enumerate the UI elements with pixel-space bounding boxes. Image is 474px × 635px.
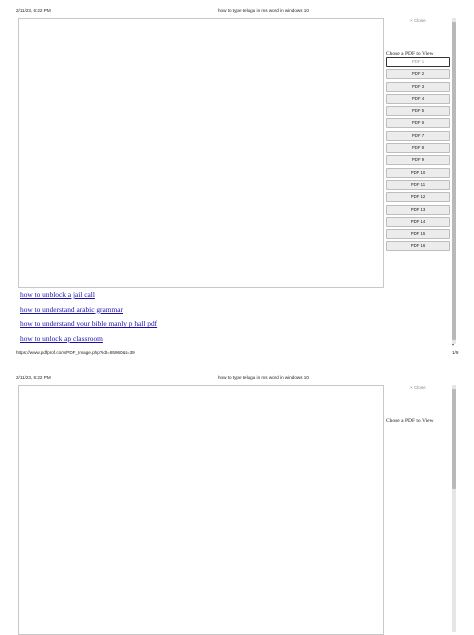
pdf-button[interactable]: PDF 2 [386, 69, 450, 80]
related-link[interactable]: how to unblock a jail call [20, 288, 157, 303]
pdf-button[interactable]: PDF 8 [386, 143, 450, 154]
related-link[interactable]: how to unlock ap classroom [20, 332, 157, 347]
close-button[interactable]: × Close [410, 18, 426, 23]
print-url: https://www.pdfprof.com/PDF_Image.php?id… [16, 350, 135, 355]
pdf-button[interactable]: PDF 9 [386, 155, 450, 166]
pdf-button[interactable]: PDF 15 [386, 229, 450, 240]
pdf-button[interactable]: PDF 6 [386, 118, 450, 129]
scroll-down-arrow-icon[interactable]: ▾ [452, 342, 454, 347]
related-link[interactable]: how to understand arabic grammar [20, 303, 157, 318]
pdf-chooser-title: Chose a PDF to View [386, 418, 434, 424]
pdf-button[interactable]: PDF 10 [386, 167, 450, 178]
related-links: how to unblock a jail call how to unders… [20, 288, 157, 346]
pdf-button[interactable]: PDF 7 [386, 130, 450, 141]
pdf-button[interactable]: PDF 13 [386, 204, 450, 215]
page-scrollbar[interactable] [452, 18, 456, 344]
print-timestamp: 2/11/23, 6:22 PM [16, 8, 51, 13]
close-button[interactable]: × Close [410, 385, 426, 390]
print-title: how to type telugu in ms word in windows… [218, 375, 309, 380]
pdf-viewer-frame[interactable] [18, 385, 384, 635]
scrollbar-thumb[interactable] [452, 22, 456, 340]
pdf-button[interactable]: PDF 4 [386, 93, 450, 104]
pdf-button[interactable]: PDF 3 [386, 81, 450, 92]
pdf-button-list: PDF 1 PDF 2 PDF 3 PDF 4 PDF 5 PDF 6 PDF … [386, 57, 450, 254]
pdf-button[interactable]: PDF 16 [386, 241, 450, 252]
pdf-viewer-frame[interactable] [18, 18, 384, 288]
print-page-number: 1/9 [452, 350, 459, 355]
scrollbar-thumb[interactable] [452, 389, 456, 489]
print-title: how to type telugu in ms word in windows… [218, 8, 309, 13]
related-link[interactable]: how to understand your bible manly p hal… [20, 317, 157, 332]
pdf-button[interactable]: PDF 1 [386, 57, 450, 67]
pdf-button[interactable]: PDF 5 [386, 106, 450, 117]
print-timestamp: 2/11/23, 6:22 PM [16, 375, 51, 380]
pdf-button[interactable]: PDF 12 [386, 192, 450, 203]
page-scrollbar[interactable] [452, 385, 456, 632]
pdf-button[interactable]: PDF 14 [386, 216, 450, 227]
pdf-button[interactable]: PDF 11 [386, 179, 450, 190]
